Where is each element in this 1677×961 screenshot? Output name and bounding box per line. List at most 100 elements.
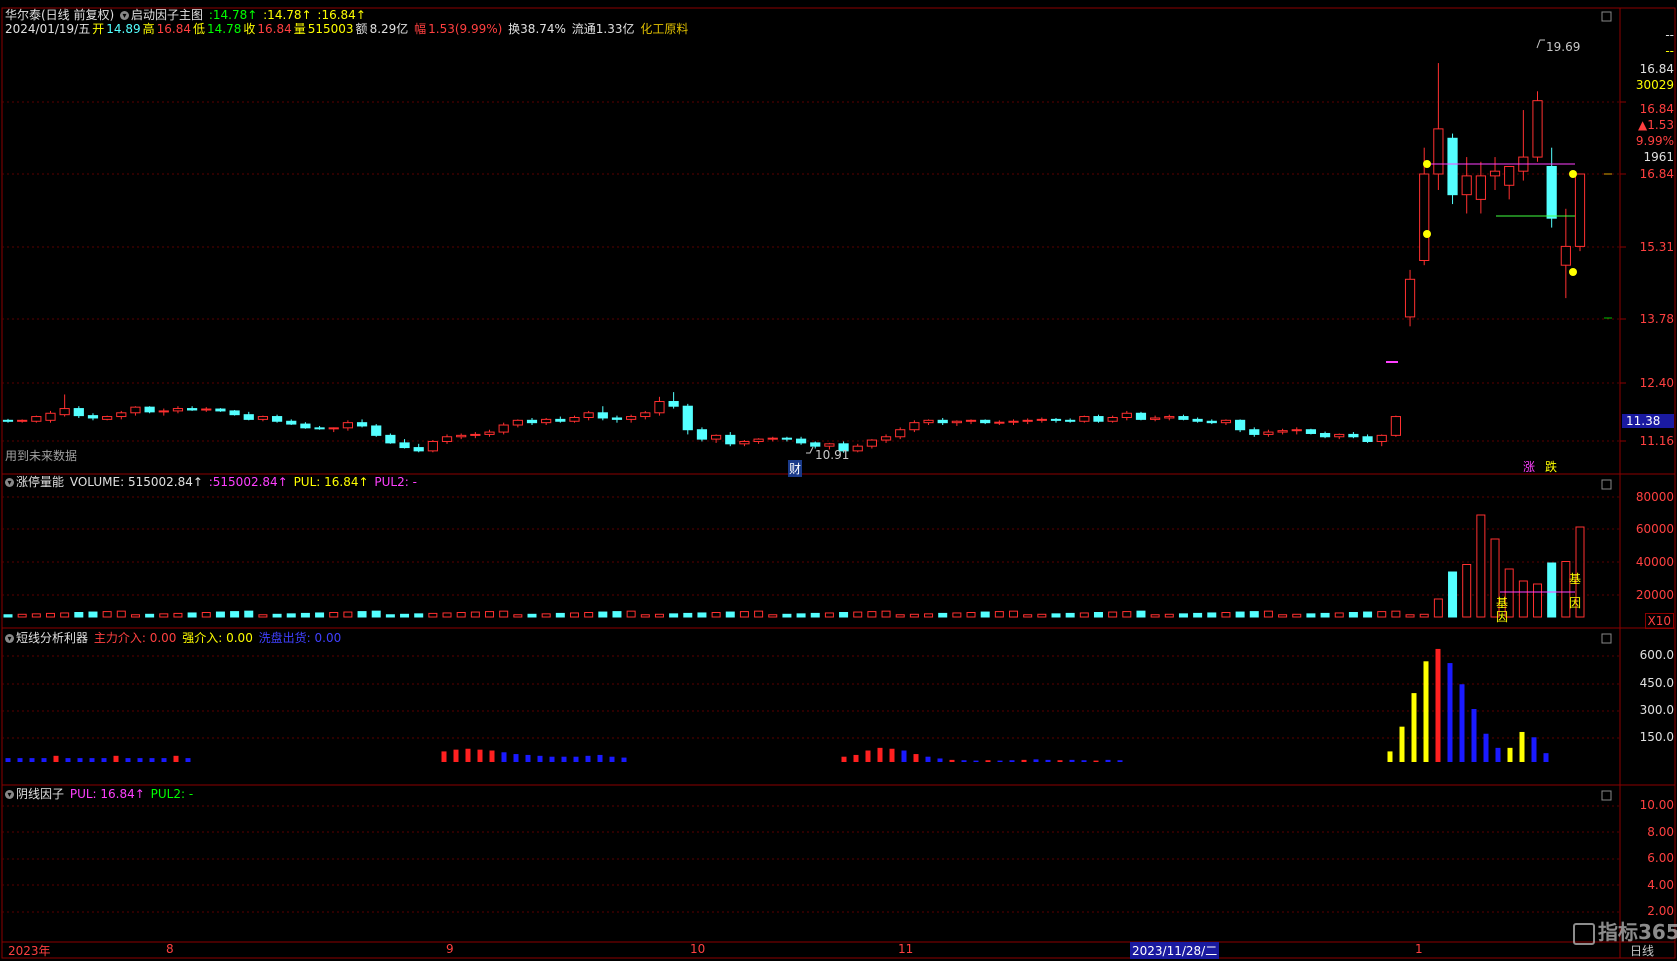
candle-body <box>484 431 495 435</box>
candle-body <box>102 416 113 420</box>
volume-bar <box>329 612 339 618</box>
volume-tick: 60000 <box>1635 522 1674 536</box>
date-label: 9 <box>446 942 454 956</box>
short-bar <box>937 758 943 762</box>
short-bar <box>1045 759 1051 762</box>
candlestick-series <box>2 63 1586 453</box>
axis-volume: 30029 <box>1635 78 1674 92</box>
high-label: 高 <box>142 22 155 36</box>
candle-body <box>356 422 368 427</box>
short-bar <box>853 754 859 762</box>
volume-bar <box>1419 613 1429 618</box>
volume-bar <box>754 610 764 618</box>
short-bar <box>913 754 919 762</box>
volume-bar <box>116 610 126 618</box>
short-bar <box>985 760 991 762</box>
yin-panel-toggle-icon[interactable]: ▾ <box>5 790 14 799</box>
candle-body <box>965 419 977 422</box>
candle-body <box>201 408 212 411</box>
axis-close-red: 16.84 <box>1639 102 1674 116</box>
volume-bar <box>371 610 381 618</box>
short-panel-title[interactable]: 短线分析利器 <box>16 631 88 645</box>
short-bar <box>29 758 35 762</box>
candle-body <box>45 412 56 421</box>
volume-bar <box>45 612 55 618</box>
volume-bar <box>697 612 707 618</box>
volume-panel-toggle-icon[interactable]: ▾ <box>5 478 14 487</box>
candle-body <box>87 415 99 419</box>
candle-body <box>1206 420 1217 424</box>
volume-bar <box>739 611 749 618</box>
short-bar <box>1543 753 1549 762</box>
volume-bar <box>60 612 70 618</box>
volume-bar <box>456 612 466 618</box>
volume-unit: X10 <box>1644 613 1674 629</box>
short-bar <box>101 758 107 762</box>
candle-body <box>1305 429 1317 434</box>
axis-number: 1961 <box>1643 150 1674 164</box>
short-bar <box>561 756 567 762</box>
volume-bar <box>414 613 424 618</box>
volume-bar <box>1051 613 1061 618</box>
volume-bar <box>1221 612 1231 618</box>
short-tick: 300.0 <box>1639 703 1674 717</box>
volume-bar <box>88 611 98 618</box>
volume-bar <box>527 613 537 618</box>
volume-bar <box>1093 612 1103 618</box>
short-bar <box>1447 663 1453 762</box>
sector-label[interactable]: 化工原料 <box>640 22 688 36</box>
candle-body <box>1362 436 1373 442</box>
candle-body <box>59 408 70 416</box>
float-shares-value: 流通1.33亿 <box>571 22 635 36</box>
finance-badge[interactable]: 财 <box>788 460 803 477</box>
candle-body <box>1560 245 1571 266</box>
candle-body <box>385 434 396 444</box>
volume-bar <box>853 611 863 618</box>
indicator-value-2: :14.78↑ <box>263 8 312 22</box>
volume-bar <box>541 613 551 618</box>
volume-panel-title[interactable]: 涨停量能 <box>16 475 64 489</box>
volume-bar <box>824 612 834 618</box>
volume-bar <box>1178 613 1188 618</box>
candle-body <box>300 423 311 429</box>
candle-body <box>626 416 637 420</box>
short-bar <box>1081 760 1087 762</box>
volume-bar <box>1320 612 1330 618</box>
short-bar <box>549 756 555 762</box>
candle-body <box>810 442 821 447</box>
short-bar <box>489 750 495 762</box>
short-bar <box>77 758 83 762</box>
short-bar <box>621 757 627 762</box>
volume-bar <box>159 613 169 618</box>
candle-body <box>555 418 566 422</box>
short-bar <box>1495 747 1501 762</box>
yin-panel-header: ▾ 阴线因子 PUL: 16.84↑ PUL2: - <box>5 787 195 801</box>
volume-bar <box>669 613 679 618</box>
volume-bar <box>1263 610 1273 618</box>
yin-panel-title[interactable]: 阴线因子 <box>16 787 64 801</box>
price-tick: 11.16 <box>1639 434 1674 448</box>
candle-body <box>116 412 127 418</box>
indicator-name[interactable]: 启动因子主图 <box>131 8 203 22</box>
short-panel-toggle-icon[interactable]: ▾ <box>5 634 14 643</box>
volume-bar <box>1363 611 1373 618</box>
gene-label-1: 基因 <box>1496 596 1509 624</box>
volume-bar <box>1009 610 1019 618</box>
volume-bar <box>1547 562 1557 618</box>
candle-body <box>172 408 184 412</box>
indicator-toggle-icon[interactable]: ▾ <box>120 11 130 20</box>
short-tick: 150.0 <box>1639 730 1674 744</box>
short-bar <box>1411 693 1417 762</box>
short-bar <box>1423 661 1429 762</box>
candle-body <box>753 438 764 442</box>
short-bar <box>501 752 507 762</box>
candle-body <box>2 419 14 422</box>
candle-body <box>187 408 198 411</box>
stock-name[interactable]: 华尔泰(日线 前复权) <box>5 8 114 22</box>
volume-bar <box>428 612 438 618</box>
short-bar <box>573 756 579 762</box>
volume-bar <box>485 611 495 618</box>
volume-bar <box>1065 612 1075 618</box>
candle-body <box>739 440 750 445</box>
volume-bar <box>442 612 452 618</box>
